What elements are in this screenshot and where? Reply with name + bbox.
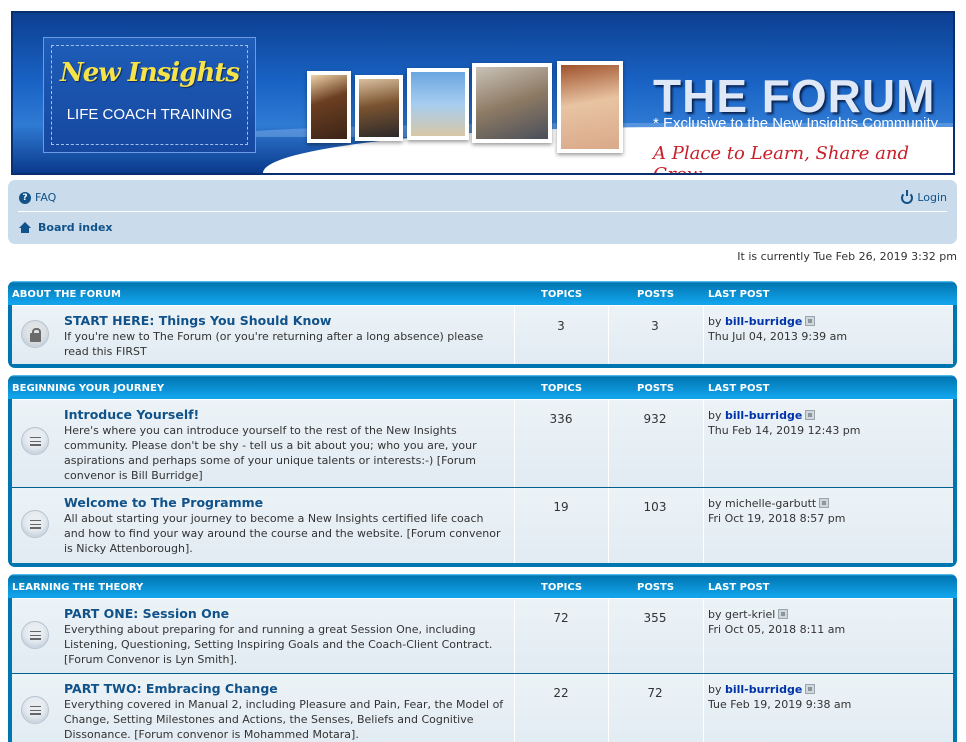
last-post: by bill-burridge Thu Jul 04, 2013 9:39 a… (708, 315, 848, 343)
logo-name: New Insights (59, 58, 240, 88)
power-icon (901, 189, 914, 204)
view-latest-post-icon[interactable] (805, 684, 816, 694)
forum-row: Welcome to The Programme All about start… (12, 487, 953, 563)
banner-photo (407, 68, 469, 140)
nav-divider (18, 211, 947, 212)
forum-category: BEGINNING YOUR JOURNEY TOPICS POSTS LAST… (8, 375, 957, 567)
post-count: 103 (643, 500, 667, 514)
last-post-date: Fri Oct 19, 2018 8:57 pm (708, 512, 846, 525)
forum-title-link[interactable]: PART ONE: Session One (64, 606, 229, 621)
posts-header: POSTS (637, 582, 675, 593)
topic-count: 22 (553, 686, 569, 700)
current-time: It is currently Tue Feb 26, 2019 3:32 pm (737, 250, 957, 263)
category-title[interactable]: LEARNING THE THEORY (12, 582, 143, 593)
posts-header: POSTS (637, 289, 675, 300)
forum-category: ABOUT THE FORUM TOPICS POSTS LAST POST S… (8, 281, 957, 368)
forum-description: If you're new to The Forum (or you're re… (64, 330, 484, 358)
forum-title-link[interactable]: Welcome to The Programme (64, 495, 263, 510)
category-header: ABOUT THE FORUM TOPICS POSTS LAST POST (8, 281, 957, 305)
last-post-author[interactable]: bill-burridge (725, 409, 802, 422)
post-count: 932 (643, 412, 667, 426)
post-count: 3 (651, 319, 659, 333)
faq-link[interactable]: ? FAQ (19, 191, 56, 204)
last-post-header: LAST POST (708, 383, 770, 394)
forum-row: START HERE: Things You Should Know If yo… (12, 305, 953, 364)
banner-photo (557, 61, 623, 153)
login-link[interactable]: Login (901, 189, 947, 204)
forum-read-icon (21, 510, 49, 538)
forum-description: Everything about preparing for and runni… (64, 623, 493, 666)
last-post: by michelle-garbutt Fri Oct 19, 2018 8:5… (708, 497, 846, 525)
last-post-date: Thu Feb 14, 2019 12:43 pm (708, 424, 861, 437)
last-post: by bill-burridge Tue Feb 19, 2019 9:38 a… (708, 683, 852, 711)
topic-count: 19 (553, 500, 569, 514)
last-post-author[interactable]: michelle-garbutt (725, 497, 816, 510)
banner-photo (472, 63, 552, 143)
banner-subtitle: * Exclusive to the New Insights Communit… (653, 115, 939, 132)
view-latest-post-icon[interactable] (805, 410, 816, 420)
forum-title-link[interactable]: Introduce Yourself! (64, 407, 199, 422)
forum-row: Introduce Yourself! Here's where you can… (12, 399, 953, 487)
topics-header: TOPICS (541, 582, 583, 593)
question-icon: ? (19, 191, 31, 204)
last-post: by bill-burridge Thu Feb 14, 2019 12:43 … (708, 409, 861, 437)
view-latest-post-icon[interactable] (805, 316, 816, 326)
topic-count: 336 (549, 412, 573, 426)
category-title[interactable]: ABOUT THE FORUM (12, 289, 121, 300)
faq-label: FAQ (35, 191, 57, 204)
banner-photo (307, 71, 351, 143)
forum-description: All about starting your journey to becom… (64, 512, 501, 555)
last-post-date: Fri Oct 05, 2018 8:11 am (708, 623, 846, 636)
nav-bar: ? FAQ Login Board index (8, 180, 957, 244)
logo-subtitle: LIFE COACH TRAINING (66, 106, 233, 123)
category-header: BEGINNING YOUR JOURNEY TOPICS POSTS LAST… (8, 375, 957, 399)
topics-header: TOPICS (541, 289, 583, 300)
forum-read-icon (21, 621, 49, 649)
view-latest-post-icon[interactable] (819, 498, 830, 508)
site-logo: New Insights LIFE COACH TRAINING (43, 37, 256, 153)
login-label: Login (917, 191, 947, 204)
forum-description: Everything covered in Manual 2, includin… (64, 698, 504, 741)
topic-count: 72 (553, 611, 569, 625)
topic-count: 3 (557, 319, 565, 333)
last-post-author[interactable]: gert-kriel (725, 608, 775, 621)
forum-row: PART ONE: Session One Everything about p… (12, 598, 953, 673)
banner-photo (355, 75, 403, 141)
forum-row: PART TWO: Embracing Change Everything co… (12, 673, 953, 742)
board-index-label: Board index (38, 221, 113, 234)
banner-tagline: A Place to Learn, Share and Grow (653, 143, 910, 175)
forum-read-icon (21, 427, 49, 455)
forum-read-icon (21, 696, 49, 724)
category-title[interactable]: BEGINNING YOUR JOURNEY (12, 383, 164, 394)
posts-header: POSTS (637, 383, 675, 394)
last-post-date: Tue Feb 19, 2019 9:38 am (708, 698, 852, 711)
view-latest-post-icon[interactable] (778, 609, 789, 619)
forum-category: LEARNING THE THEORY TOPICS POSTS LAST PO… (8, 574, 957, 742)
last-post-header: LAST POST (708, 582, 770, 593)
topics-header: TOPICS (541, 383, 583, 394)
last-post-date: Thu Jul 04, 2013 9:39 am (708, 330, 848, 343)
forum-description: Here's where you can introduce yourself … (64, 424, 477, 482)
last-post-author[interactable]: bill-burridge (725, 683, 802, 696)
last-post-author[interactable]: bill-burridge (725, 315, 802, 328)
last-post: by gert-kriel Fri Oct 05, 2018 8:11 am (708, 608, 846, 636)
site-banner[interactable]: New Insights LIFE COACH TRAINING THE FOR… (11, 11, 955, 175)
home-icon (19, 221, 31, 233)
last-post-header: LAST POST (708, 289, 770, 300)
board-index-link[interactable]: Board index (19, 221, 113, 234)
forum-title-link[interactable]: START HERE: Things You Should Know (64, 313, 331, 328)
forum-locked-icon (21, 320, 49, 348)
category-header: LEARNING THE THEORY TOPICS POSTS LAST PO… (8, 574, 957, 598)
forum-title-link[interactable]: PART TWO: Embracing Change (64, 681, 278, 696)
post-count: 72 (647, 686, 663, 700)
post-count: 355 (643, 611, 667, 625)
